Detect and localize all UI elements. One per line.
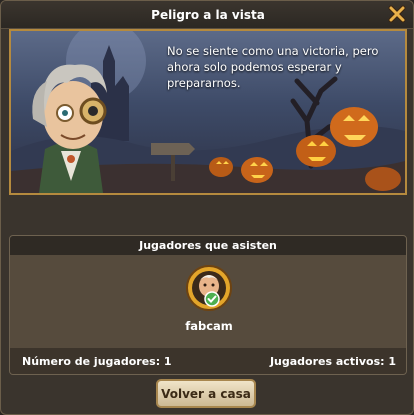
attending-players-panel: Jugadores que asisten fabcam Número de j… [9, 235, 407, 375]
bearded-player-avatar-icon[interactable] [185, 264, 233, 312]
dialog-title: Peligro a la vista [151, 8, 265, 22]
player-count-label: Número de jugadores: 1 [22, 355, 172, 368]
active-players-label: Jugadores activos: 1 [269, 355, 396, 368]
close-icon[interactable] [387, 4, 407, 24]
panel-header: Jugadores que asisten [10, 236, 406, 255]
checkmark-icon [204, 291, 220, 307]
players-stats-bar: Número de jugadores: 1 Jugadores activos… [10, 348, 406, 374]
story-illustration: No se siente como una victoria, pero aho… [9, 29, 407, 195]
player-name: fabcam [185, 319, 233, 333]
event-dialog: Peligro a la vista No se siente como una… [0, 0, 414, 415]
return-home-button[interactable]: Volver a casa [156, 379, 256, 408]
story-text: No se siente como una victoria, pero aho… [167, 44, 379, 90]
player-card[interactable]: fabcam [10, 264, 406, 333]
dialog-titlebar: Peligro a la vista [1, 1, 413, 29]
